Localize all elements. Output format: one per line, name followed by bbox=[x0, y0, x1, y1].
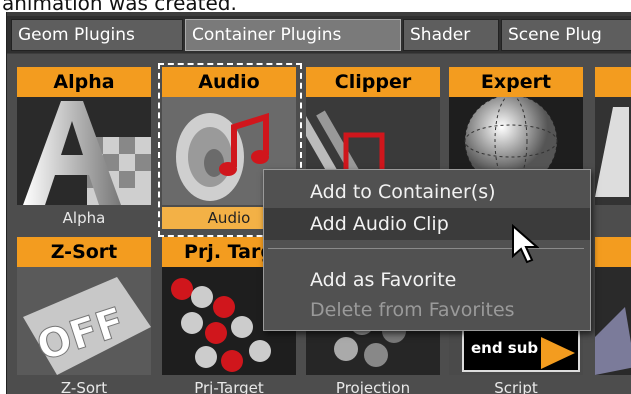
plugin-title: E bbox=[595, 67, 631, 97]
script-end-sub-text: end sub bbox=[471, 339, 538, 357]
plugin-tile-c[interactable]: C C bbox=[595, 237, 631, 394]
plugin-thumbnail bbox=[595, 97, 631, 205]
plugin-name: Alpha bbox=[62, 209, 106, 227]
zsort-off-icon: OFF bbox=[17, 267, 151, 375]
plugin-name: Script bbox=[494, 379, 538, 394]
plugin-tab-bar: Geom Plugins Container Plugins Shader Sc… bbox=[7, 16, 631, 53]
menu-item-delete-from-favorites[interactable]: Delete from Favorites bbox=[264, 294, 590, 326]
plugin-grid: Alpha Alpha Audio Audio Clipper Expert Z… bbox=[7, 54, 631, 394]
tab-container-plugins[interactable]: Container Plugins bbox=[185, 19, 401, 51]
plugins-window: Geom Plugins Container Plugins Shader Sc… bbox=[6, 12, 631, 394]
tab-shader[interactable]: Shader bbox=[403, 19, 499, 51]
alpha-icon bbox=[17, 97, 151, 205]
plugin-tile-zsort[interactable]: Z-Sort OFF Z-Sort bbox=[17, 237, 151, 394]
menu-item-add-to-container[interactable]: Add to Container(s) bbox=[264, 176, 590, 208]
plugin-title: Z-Sort bbox=[17, 237, 151, 267]
plugin-thumbnail bbox=[595, 267, 631, 375]
tab-geom-plugins[interactable]: Geom Plugins bbox=[11, 19, 183, 51]
plugin-name: Ex bbox=[595, 207, 631, 229]
menu-item-add-audio-clip[interactable]: Add Audio Clip bbox=[264, 208, 590, 240]
plugin-name: Z-Sort bbox=[60, 379, 108, 394]
tab-scene-plugins[interactable]: Scene Plug bbox=[501, 19, 631, 51]
context-menu: Add to Container(s) Add Audio Clip Add a… bbox=[263, 169, 591, 331]
plugin-title: Expert bbox=[449, 67, 583, 97]
mouse-pointer-icon bbox=[511, 223, 540, 268]
menu-item-add-as-favorite[interactable]: Add as Favorite bbox=[264, 264, 590, 296]
plugin-name: Projection bbox=[335, 379, 411, 394]
plugin-name: Prj-Target bbox=[194, 379, 264, 394]
plugin-title: C bbox=[595, 237, 631, 267]
plugin-title: Clipper bbox=[306, 67, 440, 97]
plugin-tile-alpha[interactable]: Alpha Alpha bbox=[17, 67, 151, 232]
plugin-tile-e[interactable]: E Ex bbox=[595, 67, 631, 232]
plugin-name: C bbox=[595, 377, 631, 394]
plugin-title: Audio bbox=[162, 67, 296, 97]
plugin-title: Alpha bbox=[17, 67, 151, 97]
